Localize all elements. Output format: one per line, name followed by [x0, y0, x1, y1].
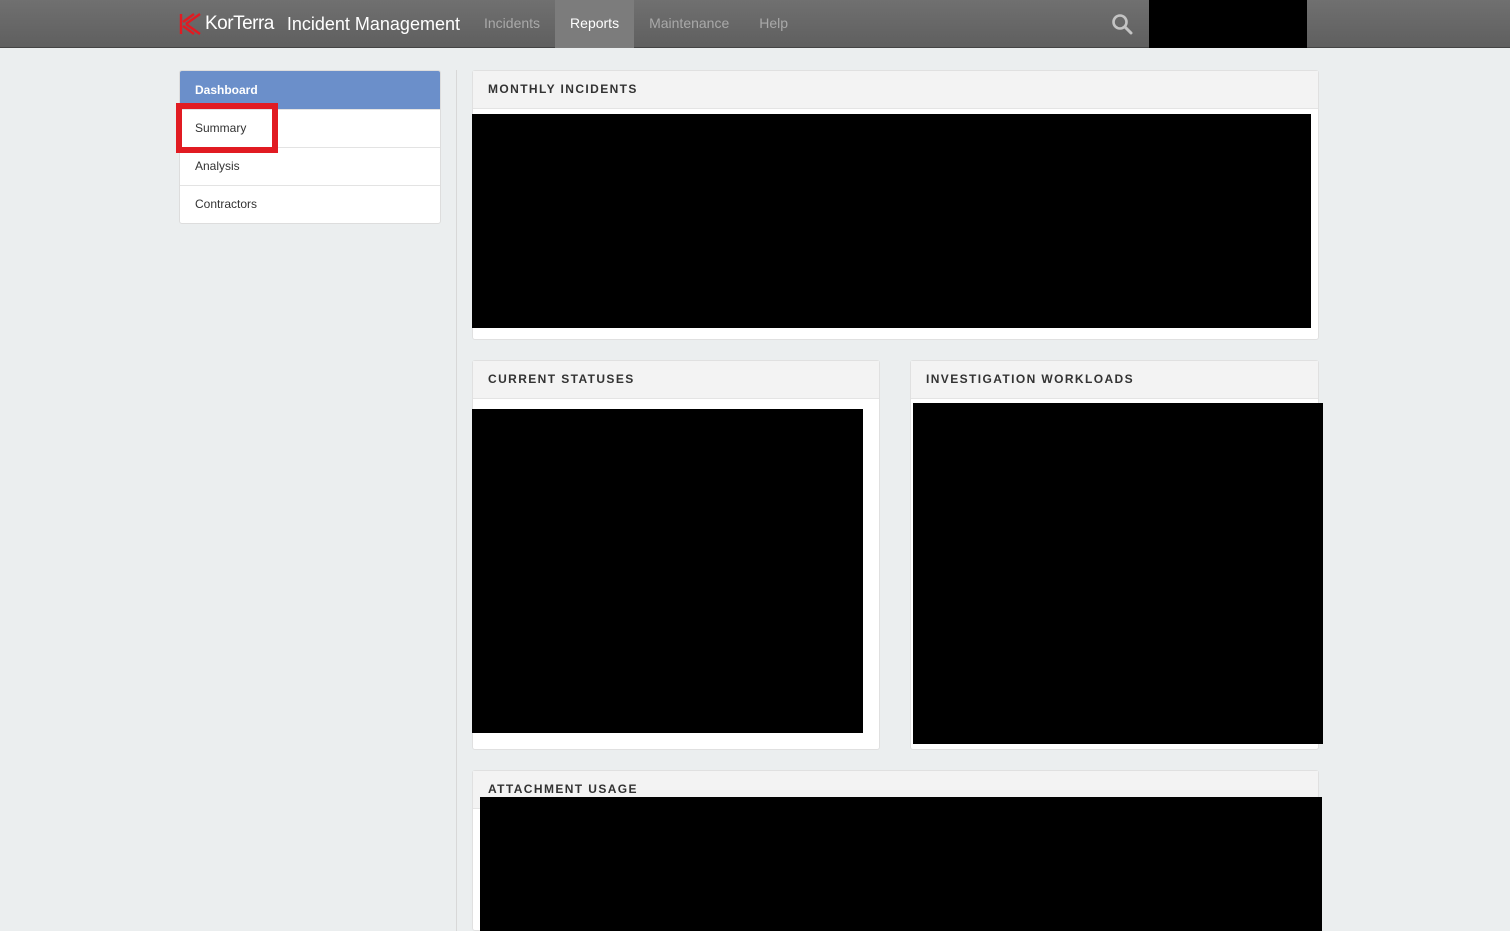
nav-tab-help[interactable]: Help [744, 0, 803, 48]
panel-title: CURRENT STATUSES [473, 361, 879, 399]
brand-name: KorTerra [205, 13, 274, 34]
panel-title: INVESTIGATION WORKLOADS [911, 361, 1318, 399]
top-navbar: KorTerra Incident Management Incidents R… [0, 0, 1510, 48]
nav-tab-incidents[interactable]: Incidents [469, 0, 555, 48]
sidebar-item-contractors[interactable]: Contractors [180, 185, 440, 223]
redacted-monthly-incidents-chart [472, 114, 1311, 328]
vertical-divider [456, 70, 457, 931]
summary-highlight-annotation [176, 103, 278, 153]
korterra-logo-icon [179, 13, 201, 35]
brand[interactable]: KorTerra Incident Management [178, 11, 460, 37]
panel-title: MONTHLY INCIDENTS [473, 71, 1318, 109]
nav-tab-maintenance[interactable]: Maintenance [634, 0, 744, 48]
redacted-investigation-workloads-chart [913, 403, 1323, 744]
redacted-attachment-usage-chart [480, 797, 1322, 931]
nav-tab-reports[interactable]: Reports [555, 0, 635, 48]
product-name: Incident Management [286, 13, 460, 34]
redacted-user-menu[interactable] [1149, 0, 1307, 48]
redacted-current-statuses-chart [472, 409, 863, 733]
search-icon[interactable] [1111, 13, 1133, 35]
main-nav: Incidents Reports Maintenance Help [469, 0, 803, 48]
